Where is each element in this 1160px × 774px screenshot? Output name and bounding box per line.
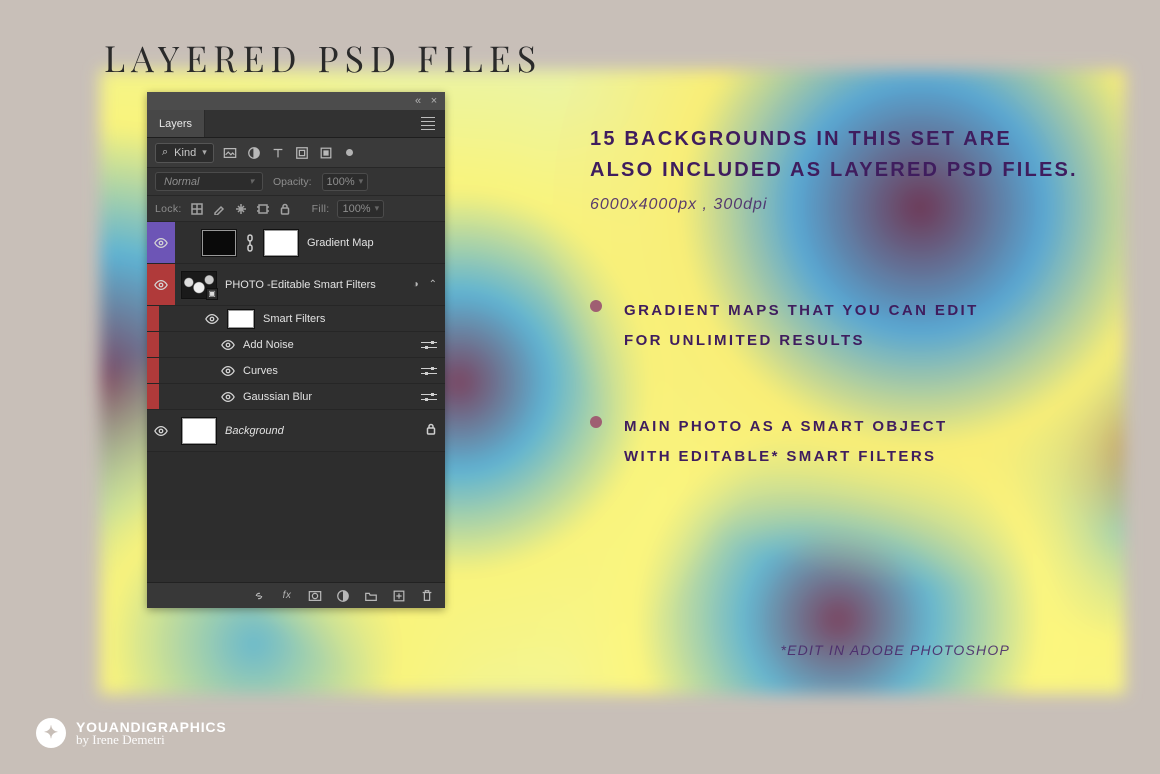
chevron-down-icon: ▾ — [202, 147, 207, 158]
filter-options-icon[interactable] — [421, 340, 437, 350]
bullet-dot-icon — [590, 416, 602, 428]
panel-top-strip: « × — [147, 92, 445, 110]
opacity-field[interactable]: 100% ▾ — [322, 173, 369, 191]
layer-mask-thumb[interactable] — [263, 229, 299, 257]
layers-list: Gradient Map ▣ PHOTO -Editable Smart Fil… — [147, 222, 445, 582]
layer-filter-kind-label: Kind — [174, 147, 196, 159]
bullet-item: GRADIENT MAPS THAT YOU CAN EDIT FOR UNLI… — [590, 296, 1110, 356]
close-icon[interactable]: × — [429, 95, 439, 107]
blend-opacity-row: Normal ▾ Opacity: 100% ▾ — [147, 168, 445, 196]
eye-icon[interactable] — [154, 424, 168, 438]
eye-icon[interactable] — [221, 338, 235, 352]
layer-row-smart-filters[interactable]: Smart Filters — [147, 306, 445, 332]
filter-options-icon[interactable] — [421, 366, 437, 376]
search-icon: ⌕ — [162, 146, 168, 159]
lock-icon[interactable] — [425, 423, 437, 438]
layer-name: Background — [225, 425, 284, 437]
filter-toggle[interactable] — [342, 145, 358, 161]
panel-menu-icon[interactable] — [411, 117, 445, 130]
group-icon[interactable] — [363, 588, 379, 604]
new-layer-icon[interactable] — [391, 588, 407, 604]
lock-artboard-icon[interactable] — [256, 202, 270, 216]
bullet-1-line1: GRADIENT MAPS THAT YOU CAN EDIT — [624, 296, 979, 326]
copy-block: 15 BACKGROUNDS IN THIS SET ARE ALSO INCL… — [590, 124, 1110, 528]
bullet-2-line1: MAIN PHOTO AS A SMART OBJECT — [624, 412, 948, 442]
eye-icon[interactable] — [154, 236, 168, 250]
filter-pixel-icon[interactable] — [222, 145, 238, 161]
layer-name: Gaussian Blur — [243, 391, 312, 403]
adjustment-thumb — [201, 229, 237, 257]
layer-name: Add Noise — [243, 339, 294, 351]
layer-name: Gradient Map — [307, 237, 374, 249]
opacity-value: 100% — [327, 176, 355, 188]
layer-name: Smart Filters — [263, 313, 325, 325]
filter-visibility-icon[interactable]: ◑ — [413, 279, 419, 290]
filter-type-icon[interactable] — [270, 145, 286, 161]
layer-thumb — [181, 417, 217, 445]
lock-label: Lock: — [155, 203, 182, 215]
layer-row-photo-smart-object[interactable]: ▣ PHOTO -Editable Smart Filters ◑ ⌃ — [147, 264, 445, 306]
copy-title-line2: ALSO INCLUDED AS LAYERED PSD FILES. — [590, 155, 1110, 186]
lock-position-icon[interactable] — [234, 202, 248, 216]
layer-name: Curves — [243, 365, 278, 377]
layer-row-gradient-map[interactable]: Gradient Map — [147, 222, 445, 264]
smart-object-thumb: ▣ — [181, 271, 217, 299]
chevron-down-icon: ▾ — [249, 176, 254, 187]
bullet-dot-icon — [590, 300, 602, 312]
layer-mask-icon[interactable] — [307, 588, 323, 604]
copy-subtitle: 6000x4000px , 300dpi — [590, 196, 1110, 214]
lock-fill-row: Lock: Fill: 100% ▾ — [147, 196, 445, 222]
brand-logo-icon: ✦ — [36, 718, 66, 748]
layer-row-add-noise[interactable]: Add Noise — [147, 332, 445, 358]
lock-transparent-icon[interactable] — [190, 202, 204, 216]
lock-all-icon[interactable] — [278, 202, 292, 216]
adjustment-layer-icon[interactable] — [335, 588, 351, 604]
layer-filter-kind-select[interactable]: ⌕ Kind ▾ — [155, 143, 214, 163]
layer-name: PHOTO -Editable Smart Filters — [225, 279, 376, 291]
page-title: LAYERED PSD FILES — [104, 34, 542, 82]
opacity-label: Opacity: — [273, 176, 312, 188]
chevron-up-icon[interactable]: ⌃ — [429, 279, 437, 290]
layers-empty-area — [147, 452, 445, 560]
panel-tab-row: Layers — [147, 110, 445, 138]
eye-icon[interactable] — [221, 390, 235, 404]
smart-object-badge-icon: ▣ — [206, 288, 218, 300]
trash-icon[interactable] — [419, 588, 435, 604]
filter-smartobject-icon[interactable] — [318, 145, 334, 161]
fill-label: Fill: — [312, 203, 330, 215]
filter-adjustment-icon[interactable] — [246, 145, 262, 161]
layer-filter-row: ⌕ Kind ▾ — [147, 138, 445, 168]
bullet-1-line2: FOR UNLIMITED RESULTS — [624, 326, 979, 356]
brand-byline: by Irene Demetri — [76, 733, 226, 747]
link-layers-icon[interactable] — [251, 588, 267, 604]
eye-icon[interactable] — [205, 312, 219, 326]
filter-options-icon[interactable] — [421, 392, 437, 402]
bullet-2-line2: WITH EDITABLE* SMART FILTERS — [624, 442, 948, 472]
footnote: *EDIT IN ADOBE PHOTOSHOP — [780, 642, 1010, 658]
mask-link-icon[interactable] — [245, 232, 255, 254]
eye-icon[interactable] — [221, 364, 235, 378]
fill-value: 100% — [342, 203, 370, 215]
tab-layers[interactable]: Layers — [147, 110, 205, 137]
layer-styles-icon[interactable]: fx — [279, 588, 295, 604]
blend-mode-value: Normal — [164, 176, 199, 188]
blend-mode-select[interactable]: Normal ▾ — [155, 172, 263, 191]
copy-title-line1: 15 BACKGROUNDS IN THIS SET ARE — [590, 124, 1110, 155]
chevron-down-icon: ▾ — [375, 203, 380, 214]
layer-row-background[interactable]: Background — [147, 410, 445, 452]
chevron-down-icon: ▾ — [359, 176, 364, 187]
eye-icon[interactable] — [154, 278, 168, 292]
layer-row-gaussian-blur[interactable]: Gaussian Blur — [147, 384, 445, 410]
brand-block: ✦ YOUANDIGRAPHICS by Irene Demetri — [36, 718, 226, 748]
lock-brush-icon[interactable] — [212, 202, 226, 216]
collapse-icon[interactable]: « — [413, 95, 423, 107]
filter-shape-icon[interactable] — [294, 145, 310, 161]
layer-row-curves[interactable]: Curves — [147, 358, 445, 384]
fill-field[interactable]: 100% ▾ — [337, 200, 384, 218]
bullet-item: MAIN PHOTO AS A SMART OBJECT WITH EDITAB… — [590, 412, 1110, 472]
panel-footer: fx — [147, 582, 445, 608]
filter-mask-thumb[interactable] — [227, 309, 255, 329]
layers-panel: « × Layers ⌕ Kind ▾ Normal ▾ Opacity: 10… — [147, 92, 445, 608]
